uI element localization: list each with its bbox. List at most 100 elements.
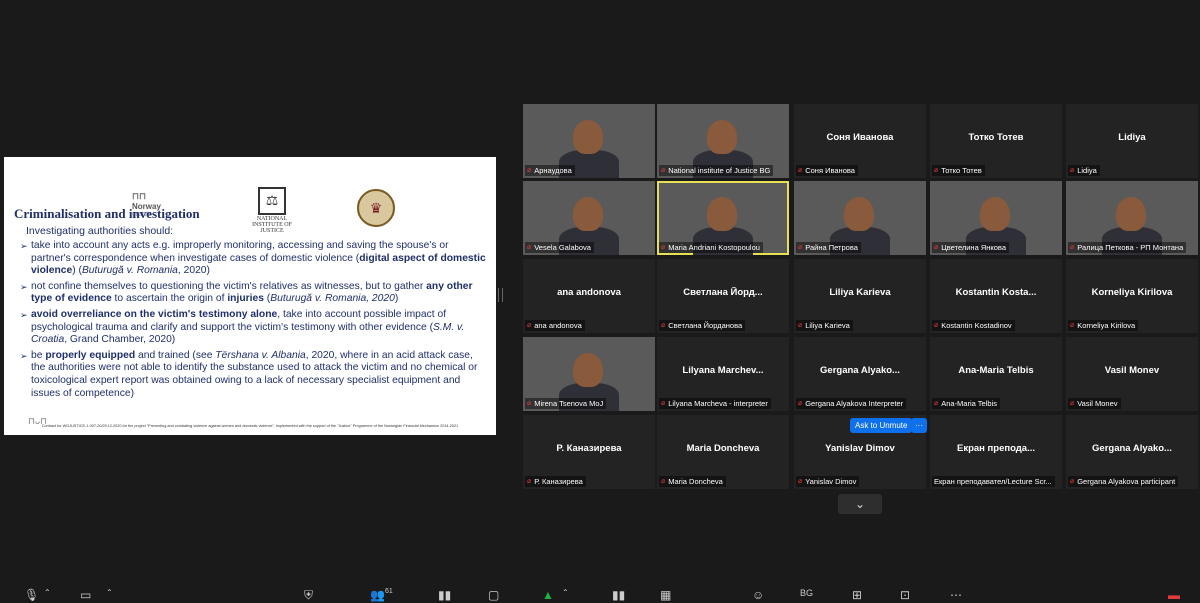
participant-label-text: Vesela Galabova	[534, 243, 591, 252]
gallery-next-page-button[interactable]: ⌄	[838, 494, 882, 514]
participant-label-text: Тотко Тотев	[941, 166, 982, 175]
participant-tile[interactable]: Kostantin Kosta... ⌀ Kostantin Kostadinov	[930, 259, 1062, 333]
participant-tile[interactable]: ⌀ National institute of Justice BG	[657, 104, 789, 178]
slide-intro: Investigating authorities should:	[26, 225, 174, 237]
bullet-text: not confine themselves to questioning th…	[31, 280, 427, 292]
participant-label: ⌀ Райна Петрова	[796, 242, 861, 253]
participant-video-face	[573, 197, 603, 231]
participant-tile[interactable]: Lilyana Marchev... ⌀ Lilyana Marcheva - in…	[657, 337, 789, 411]
muted-microphone-icon: ⌀	[1070, 478, 1075, 485]
slide-bullet: not confine themselves to questioning th…	[20, 281, 490, 306]
participant-tile[interactable]: ⌀ Арнаудова	[523, 104, 655, 178]
share-options-chevron-icon[interactable]: ⌃	[562, 588, 569, 597]
muted-microphone-icon: ⌀	[934, 322, 939, 329]
participant-label-text: Цветелина Янкова	[941, 243, 1006, 252]
participant-tile[interactable]: Gergana Alyako... ⌀ Gergana Alyakova Inter…	[794, 337, 926, 411]
participant-label-text: Lilyana Marcheva - interpreter	[668, 399, 768, 408]
audio-options-chevron-icon[interactable]: ⌃	[44, 588, 51, 597]
muted-microphone-icon: ⌀	[1070, 167, 1075, 174]
participant-tile[interactable]: Р. Каназирева ⌀ Р. Каназирева	[523, 415, 655, 489]
muted-microphone-icon: ⌀	[527, 322, 532, 329]
participant-label: ⌀ Liliya Karieva	[796, 320, 853, 331]
participant-name: Korneliya Kirilova	[1091, 287, 1173, 298]
participant-name: Vasil Monev	[1104, 365, 1160, 376]
bullet-text: properly equipped	[45, 349, 136, 361]
muted-microphone-icon: ⌀	[798, 244, 803, 251]
muted-microphone-icon: ⌀	[934, 400, 939, 407]
ask-to-unmute-button[interactable]: Ask to Unmute	[850, 418, 913, 433]
muted-microphone-icon: ⌀	[1070, 400, 1075, 407]
participant-video-face	[1116, 197, 1146, 231]
participant-label: ⌀ Светлана Йорданова	[659, 320, 746, 331]
participant-label: ⌀ Соня Иванова	[796, 165, 858, 176]
security-shield-icon[interactable]: ⛨	[304, 588, 313, 603]
participant-label-text: Екран преподавател/Lecture Scr...	[934, 477, 1052, 486]
participant-label-text: Maria Andriani Kostopoulou	[668, 243, 760, 252]
participant-label-text: Vasil Monev	[1077, 399, 1118, 408]
muted-microphone-icon: ⌀	[798, 322, 803, 329]
participant-name: Gergana Alyako...	[820, 365, 900, 376]
participant-tile[interactable]: Liliya Karieva ⌀ Liliya Karieva	[794, 259, 926, 333]
muted-microphone-icon: ⌀	[527, 478, 532, 485]
participant-name: Kostantin Kosta...	[955, 287, 1037, 298]
participant-label: ⌀ Maria Doncheva	[659, 476, 726, 487]
participant-tile[interactable]: Vasil Monev ⌀ Vasil Monev	[1066, 337, 1198, 411]
participant-tile[interactable]: ana andonova ⌀ ana andonova	[523, 259, 655, 333]
slide-title: Criminalisation and investigation	[14, 206, 200, 221]
participant-label: Екран преподавател/Lecture Scr...	[932, 476, 1055, 487]
video-options-chevron-icon[interactable]: ⌃	[106, 588, 113, 597]
participant-name: Ana-Maria Telbis	[958, 365, 1034, 376]
bullet-text: )	[394, 293, 399, 305]
participant-label-text: Арнаудова	[534, 166, 572, 175]
scales-icon: ⚖	[258, 187, 286, 215]
participant-tile[interactable]: Korneliya Kirilova ⌀ Korneliya Kirilova	[1066, 259, 1198, 333]
participant-tile[interactable]: Тотко Тотев ⌀ Тотко Тотев	[930, 104, 1062, 178]
muted-microphone-icon: ⌀	[661, 478, 666, 485]
bullet-text: to ascertain the origin of	[111, 293, 228, 305]
participant-tile[interactable]: Gergana Alyako... ⌀ Gergana Alyakova parti…	[1066, 415, 1198, 489]
participant-tile[interactable]: ⌀ Mirena Tsenova MoJ	[523, 337, 655, 411]
seal-logo: ♛	[357, 189, 395, 227]
muted-microphone-icon: ⌀	[661, 167, 666, 174]
participant-name: Lidiya	[1118, 132, 1146, 143]
participant-tile[interactable]: ⌀ Райна Петрова	[794, 181, 926, 255]
bullet-text: and trained (see	[135, 349, 216, 361]
participant-tile[interactable]: ⌀ Цветелина Янкова	[930, 181, 1062, 255]
muted-microphone-icon: ⌀	[527, 167, 532, 174]
participant-label: ⌀ Maria Andriani Kostopoulou	[659, 242, 763, 253]
muted-microphone-icon: ⌀	[661, 244, 666, 251]
muted-microphone-icon: ⌀	[1070, 322, 1075, 329]
participant-label: ⌀ ana andonova	[525, 320, 585, 331]
participant-tile[interactable]: Maria Doncheva ⌀ Maria Doncheva	[657, 415, 789, 489]
participant-tile[interactable]: Светлана Йорд... ⌀ Светлана Йорданова	[657, 259, 789, 333]
participant-tile[interactable]: Ana-Maria Telbis ⌀ Ana-Maria Telbis	[930, 337, 1062, 411]
panel-splitter-handle[interactable]	[498, 288, 503, 302]
participant-tile[interactable]: Lidiya ⌀ Lidiya	[1066, 104, 1198, 178]
language-label: BG	[800, 588, 814, 598]
participant-tile[interactable]: ⌀ Vesela Galabova	[523, 181, 655, 255]
participant-label: ⌀ Mirena Tsenova MoJ	[525, 398, 607, 409]
participant-tile[interactable]: ⌀ Ралица Петкова - РП Монтана	[1066, 181, 1198, 255]
muted-microphone-icon: ⌀	[934, 244, 939, 251]
participant-label-text: Райна Петрова	[805, 243, 858, 252]
participant-label-text: Korneliya Kirilova	[1077, 321, 1136, 330]
muted-microphone-icon: ⌀	[527, 244, 532, 251]
muted-microphone-icon: ⌀	[798, 167, 803, 174]
participant-name: ana andonova	[557, 287, 621, 298]
participant-label-text: Ралица Петкова - РП Монтана	[1077, 243, 1184, 252]
muted-microphone-icon: ⌀	[527, 400, 532, 407]
language-interpretation-button[interactable]: BG	[800, 588, 813, 598]
participant-tile[interactable]: Соня Иванова ⌀ Соня Иванова	[794, 104, 926, 178]
participant-more-button[interactable]: ···	[911, 418, 927, 433]
participant-label: ⌀ Vasil Monev	[1068, 398, 1121, 409]
participant-label-text: Gergana Alyakova participant	[1077, 477, 1176, 486]
participant-tile[interactable]: ⌀ Maria Andriani Kostopoulou	[657, 181, 789, 255]
participant-label-text: Р. Каназирева	[534, 477, 583, 486]
participants-count: 61	[384, 588, 393, 595]
participant-label-text: National institute of Justice BG	[668, 166, 771, 175]
participant-label: ⌀ Gergana Alyakova participant	[1068, 476, 1179, 487]
participant-label: ⌀ Арнаудова	[525, 165, 575, 176]
participant-tile[interactable]: Екран препода... Екран преподавател/Lectu…	[930, 415, 1062, 489]
participant-label: ⌀ Lidiya	[1068, 165, 1100, 176]
participant-label: ⌀ Gergana Alyakova Interpreter	[796, 398, 907, 409]
